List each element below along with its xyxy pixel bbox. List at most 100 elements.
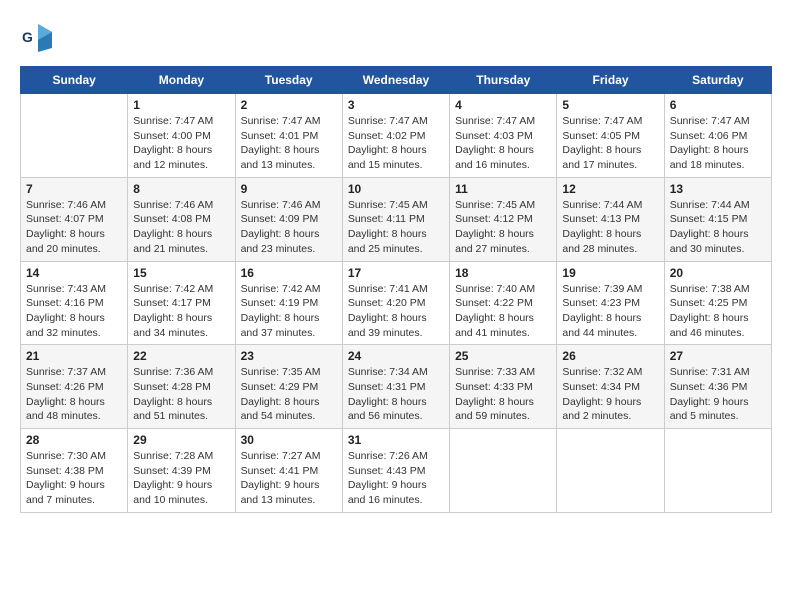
day-info: Sunrise: 7:43 AMSunset: 4:16 PMDaylight:…	[26, 282, 122, 341]
calendar-cell: 13 Sunrise: 7:44 AMSunset: 4:15 PMDayligh…	[664, 177, 771, 261]
day-info: Sunrise: 7:32 AMSunset: 4:34 PMDaylight:…	[562, 365, 658, 424]
day-number: 18	[455, 266, 551, 280]
day-number: 24	[348, 349, 444, 363]
calendar-cell: 10 Sunrise: 7:45 AMSunset: 4:11 PMDayligh…	[342, 177, 449, 261]
day-info: Sunrise: 7:44 AMSunset: 4:13 PMDaylight:…	[562, 198, 658, 257]
day-info: Sunrise: 7:36 AMSunset: 4:28 PMDaylight:…	[133, 365, 229, 424]
calendar-cell: 20 Sunrise: 7:38 AMSunset: 4:25 PMDayligh…	[664, 261, 771, 345]
day-number: 7	[26, 182, 122, 196]
calendar-cell: 12 Sunrise: 7:44 AMSunset: 4:13 PMDayligh…	[557, 177, 664, 261]
day-number: 2	[241, 98, 337, 112]
day-number: 14	[26, 266, 122, 280]
calendar-cell	[557, 429, 664, 513]
day-number: 6	[670, 98, 766, 112]
day-number: 26	[562, 349, 658, 363]
calendar-cell: 3 Sunrise: 7:47 AMSunset: 4:02 PMDaylight…	[342, 94, 449, 178]
day-info: Sunrise: 7:27 AMSunset: 4:41 PMDaylight:…	[241, 449, 337, 508]
day-info: Sunrise: 7:47 AMSunset: 4:03 PMDaylight:…	[455, 114, 551, 173]
calendar-cell: 19 Sunrise: 7:39 AMSunset: 4:23 PMDayligh…	[557, 261, 664, 345]
calendar-cell: 30 Sunrise: 7:27 AMSunset: 4:41 PMDayligh…	[235, 429, 342, 513]
day-number: 11	[455, 182, 551, 196]
day-info: Sunrise: 7:26 AMSunset: 4:43 PMDaylight:…	[348, 449, 444, 508]
calendar-cell	[21, 94, 128, 178]
weekday-header: Wednesday	[342, 67, 449, 94]
day-info: Sunrise: 7:33 AMSunset: 4:33 PMDaylight:…	[455, 365, 551, 424]
calendar-week-row: 1Sunrise: 7:47 AMSunset: 4:00 PMDaylight…	[21, 94, 772, 178]
calendar-cell: 1Sunrise: 7:47 AMSunset: 4:00 PMDaylight…	[128, 94, 235, 178]
calendar-cell: 18 Sunrise: 7:40 AMSunset: 4:22 PMDayligh…	[450, 261, 557, 345]
day-info: Sunrise: 7:31 AMSunset: 4:36 PMDaylight:…	[670, 365, 766, 424]
calendar-cell: 11 Sunrise: 7:45 AMSunset: 4:12 PMDayligh…	[450, 177, 557, 261]
calendar-cell	[664, 429, 771, 513]
calendar-cell: 8Sunrise: 7:46 AMSunset: 4:08 PMDaylight…	[128, 177, 235, 261]
day-number: 27	[670, 349, 766, 363]
calendar-cell: 15 Sunrise: 7:42 AMSunset: 4:17 PMDayligh…	[128, 261, 235, 345]
day-number: 28	[26, 433, 122, 447]
day-number: 20	[670, 266, 766, 280]
calendar-cell: 5 Sunrise: 7:47 AMSunset: 4:05 PMDaylight…	[557, 94, 664, 178]
day-number: 5	[562, 98, 658, 112]
day-number: 10	[348, 182, 444, 196]
day-info: Sunrise: 7:28 AMSunset: 4:39 PMDaylight:…	[133, 449, 229, 508]
day-info: Sunrise: 7:30 AMSunset: 4:38 PMDaylight:…	[26, 449, 122, 508]
day-info: Sunrise: 7:45 AMSunset: 4:12 PMDaylight:…	[455, 198, 551, 257]
day-info: Sunrise: 7:35 AMSunset: 4:29 PMDaylight:…	[241, 365, 337, 424]
day-number: 16	[241, 266, 337, 280]
weekday-header: Saturday	[664, 67, 771, 94]
day-info: Sunrise: 7:42 AMSunset: 4:17 PMDaylight:…	[133, 282, 229, 341]
weekday-header: Tuesday	[235, 67, 342, 94]
weekday-header: Thursday	[450, 67, 557, 94]
day-number: 15	[133, 266, 229, 280]
calendar-cell: 2 Sunrise: 7:47 AMSunset: 4:01 PMDaylight…	[235, 94, 342, 178]
day-info: Sunrise: 7:44 AMSunset: 4:15 PMDaylight:…	[670, 198, 766, 257]
day-info: Sunrise: 7:40 AMSunset: 4:22 PMDaylight:…	[455, 282, 551, 341]
calendar-cell: 25 Sunrise: 7:33 AMSunset: 4:33 PMDayligh…	[450, 345, 557, 429]
day-number: 22	[133, 349, 229, 363]
day-number: 12	[562, 182, 658, 196]
day-info: Sunrise: 7:42 AMSunset: 4:19 PMDaylight:…	[241, 282, 337, 341]
calendar-cell: 9Sunrise: 7:46 AMSunset: 4:09 PMDaylight…	[235, 177, 342, 261]
day-info: Sunrise: 7:41 AMSunset: 4:20 PMDaylight:…	[348, 282, 444, 341]
calendar-table: SundayMondayTuesdayWednesdayThursdayFrid…	[20, 66, 772, 513]
calendar-cell: 28 Sunrise: 7:30 AMSunset: 4:38 PMDayligh…	[21, 429, 128, 513]
calendar-cell: 23 Sunrise: 7:35 AMSunset: 4:29 PMDayligh…	[235, 345, 342, 429]
day-number: 17	[348, 266, 444, 280]
weekday-header: Friday	[557, 67, 664, 94]
calendar-week-row: 21Sunrise: 7:37 AMSunset: 4:26 PMDayligh…	[21, 345, 772, 429]
page-header: G	[20, 20, 772, 56]
calendar-cell: 21Sunrise: 7:37 AMSunset: 4:26 PMDayligh…	[21, 345, 128, 429]
day-number: 23	[241, 349, 337, 363]
calendar-cell: 24 Sunrise: 7:34 AMSunset: 4:31 PMDayligh…	[342, 345, 449, 429]
calendar-cell: 17 Sunrise: 7:41 AMSunset: 4:20 PMDayligh…	[342, 261, 449, 345]
day-info: Sunrise: 7:47 AMSunset: 4:01 PMDaylight:…	[241, 114, 337, 173]
logo: G	[20, 20, 60, 56]
svg-text:G: G	[22, 29, 33, 45]
calendar-cell: 4Sunrise: 7:47 AMSunset: 4:03 PMDaylight…	[450, 94, 557, 178]
day-number: 13	[670, 182, 766, 196]
weekday-header: Sunday	[21, 67, 128, 94]
calendar-cell: 26 Sunrise: 7:32 AMSunset: 4:34 PMDayligh…	[557, 345, 664, 429]
calendar-week-row: 7 Sunrise: 7:46 AMSunset: 4:07 PMDaylight…	[21, 177, 772, 261]
day-info: Sunrise: 7:39 AMSunset: 4:23 PMDaylight:…	[562, 282, 658, 341]
calendar-cell: 7 Sunrise: 7:46 AMSunset: 4:07 PMDaylight…	[21, 177, 128, 261]
day-number: 25	[455, 349, 551, 363]
day-info: Sunrise: 7:46 AMSunset: 4:07 PMDaylight:…	[26, 198, 122, 257]
day-info: Sunrise: 7:34 AMSunset: 4:31 PMDaylight:…	[348, 365, 444, 424]
day-number: 19	[562, 266, 658, 280]
weekday-header-row: SundayMondayTuesdayWednesdayThursdayFrid…	[21, 67, 772, 94]
day-number: 9	[241, 182, 337, 196]
day-number: 29	[133, 433, 229, 447]
calendar-week-row: 14 Sunrise: 7:43 AMSunset: 4:16 PMDayligh…	[21, 261, 772, 345]
weekday-header: Monday	[128, 67, 235, 94]
day-info: Sunrise: 7:45 AMSunset: 4:11 PMDaylight:…	[348, 198, 444, 257]
day-info: Sunrise: 7:46 AMSunset: 4:08 PMDaylight:…	[133, 198, 229, 257]
day-info: Sunrise: 7:38 AMSunset: 4:25 PMDaylight:…	[670, 282, 766, 341]
calendar-cell: 29 Sunrise: 7:28 AMSunset: 4:39 PMDayligh…	[128, 429, 235, 513]
day-number: 3	[348, 98, 444, 112]
day-number: 30	[241, 433, 337, 447]
day-info: Sunrise: 7:47 AMSunset: 4:05 PMDaylight:…	[562, 114, 658, 173]
day-info: Sunrise: 7:47 AMSunset: 4:02 PMDaylight:…	[348, 114, 444, 173]
day-info: Sunrise: 7:47 AMSunset: 4:06 PMDaylight:…	[670, 114, 766, 173]
calendar-cell: 31Sunrise: 7:26 AMSunset: 4:43 PMDayligh…	[342, 429, 449, 513]
day-info: Sunrise: 7:47 AMSunset: 4:00 PMDaylight:…	[133, 114, 229, 173]
